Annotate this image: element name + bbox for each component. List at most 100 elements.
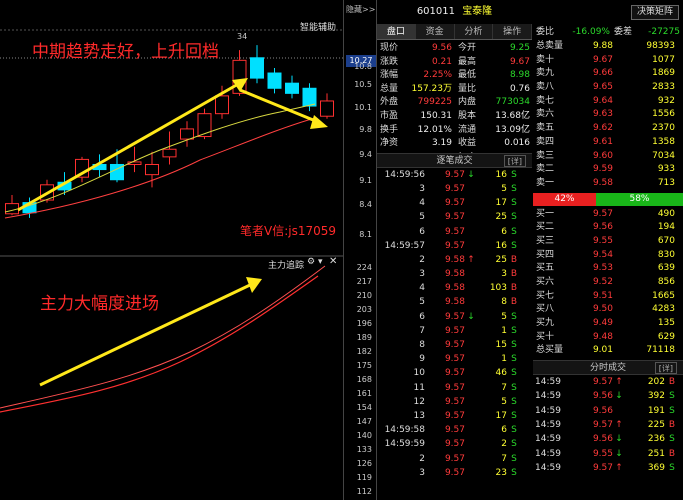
bid-row[interactable]: 买五 9.53 639 [533,262,683,276]
ft-time: 14:59 [535,377,561,388]
ask-row[interactable]: 卖七 9.64 932 [533,95,683,109]
trade-row[interactable]: 5 9.57 25 S [377,210,532,224]
ask-row[interactable]: 卖二 9.59 933 [533,163,683,177]
trade-row[interactable]: 2 9.57 7 S [377,452,532,466]
ask-row[interactable]: 卖四 9.61 1358 [533,136,683,150]
trades-detail-button[interactable]: [详] [503,154,526,167]
kline-chart[interactable] [0,0,343,500]
ft-volume: 369 [647,462,665,473]
ft-direction-icon [613,404,625,418]
trade-row[interactable]: 3 9.57 5 S [377,182,532,196]
trade-time: 5 [419,212,425,223]
trade-row[interactable]: 7 9.57 1 S [377,324,532,338]
ft-row[interactable]: 14:59 9.57 ↑ 369 S [533,461,683,475]
ft-row[interactable]: 14:59 9.57 ↑ 202 B [533,375,683,389]
trade-volume: 46 [495,368,507,379]
trade-row[interactable]: 3 9.57 23 S [377,466,532,480]
trade-row[interactable]: 4 9.57 17 S [377,196,532,210]
trade-side: S [511,439,517,450]
volume-tick: 210 [356,291,372,300]
trade-row[interactable]: 12 9.57 5 S [377,395,532,409]
tab-analysis[interactable]: 分析 [455,24,494,39]
ma-line-red [4,117,316,219]
trade-row[interactable]: 13 9.57 17 S [377,409,532,423]
level-label: 买五 [536,263,555,274]
ask-row[interactable]: 卖一 9.58 713 [533,177,683,191]
gear-icon[interactable]: ⚙ [307,257,315,267]
ft-list[interactable]: 14:59 9.57 ↑ 202 B 14:59 9.56 ↓ 392 S 14:59 9.56 191… [533,375,683,475]
buy-sell-ratio-bar: 42% 58% [533,192,683,206]
ft-row[interactable]: 14:59 9.55 ↓ 251 B [533,447,683,461]
ft-detail-button[interactable]: [详] [654,362,677,375]
decision-matrix-button[interactable]: 决策矩阵 [630,5,679,20]
trade-row[interactable]: 14:59:57 9.57 16 S [377,239,532,253]
level-volume: 1869 [652,68,675,79]
trade-direction-icon [465,395,477,409]
tab-funds[interactable]: 资金 [416,24,455,39]
ask-row[interactable]: 卖三 9.60 7034 [533,150,683,164]
chart-panel[interactable]: 智能辅助 34 中期趋势走好，上升回档 笔者V信:js17059 主力追踪 ⚙ … [0,0,343,500]
level-label: 买四 [536,249,555,260]
trade-row[interactable]: 10 9.57 46 S [377,366,532,380]
bid-levels[interactable]: 买一 9.57 490 买二 9.56 194 买三 9.55 670 买四 9.54 830 买五 9.… [533,208,683,345]
ft-row[interactable]: 14:59 9.57 ↑ 225 B [533,418,683,432]
trade-volume: 5 [501,183,507,194]
trade-volume: 3 [501,269,507,280]
ask-row[interactable]: 卖五 9.62 2370 [533,122,683,136]
ft-side: S [669,391,675,402]
trade-row[interactable]: 3 9.58 3 B [377,267,532,281]
bid-row[interactable]: 买二 9.56 194 [533,221,683,235]
trade-volume: 17 [495,198,507,209]
level-volume: 830 [657,249,675,260]
trade-row[interactable]: 2 9.58 ↑ 25 B [377,253,532,267]
ft-time: 14:59 [535,405,561,416]
trade-row[interactable]: 14:59:58 9.57 6 S [377,423,532,437]
ask-row[interactable]: 卖八 9.65 2833 [533,81,683,95]
level-price: 9.60 [592,150,613,161]
trade-row[interactable]: 14:59:56 9.57 ↓ 16 S [377,168,532,182]
smart-assist-label[interactable]: 智能辅助 [300,20,336,33]
trade-time: 10 [413,368,425,379]
bid-row[interactable]: 买六 9.52 856 [533,276,683,290]
close-icon[interactable]: ✕ [329,256,337,267]
bid-row[interactable]: 买七 9.51 1665 [533,290,683,304]
trade-row[interactable]: 5 9.58 8 B [377,295,532,309]
bid-row[interactable]: 买一 9.57 490 [533,208,683,222]
trade-row[interactable]: 14:59:59 9.57 2 S [377,437,532,451]
stock-code: 601011 [416,6,455,17]
trade-direction-icon [465,381,477,395]
hide-toggle[interactable]: 隐藏>> [346,4,375,15]
quote-label: 内盘 [458,97,477,108]
bid-row[interactable]: 买十 9.48 629 [533,331,683,345]
bid-row[interactable]: 买八 9.50 4283 [533,303,683,317]
ft-row[interactable]: 14:59 9.56 ↓ 392 S [533,389,683,403]
trade-side: S [511,240,517,251]
trade-row[interactable]: 6 9.57 ↓ 5 S [377,310,532,324]
trade-row[interactable]: 8 9.57 15 S [377,338,532,352]
tab-pankou[interactable]: 盘口 [377,24,416,39]
ask-levels[interactable]: 卖十 9.67 1077 卖九 9.66 1869 卖八 9.65 2833 卖七 9.64 932 卖… [533,54,683,191]
trade-volume: 16 [495,169,507,180]
bid-row[interactable]: 买九 9.49 135 [533,317,683,331]
volume-tick: 224 [356,263,372,272]
quote-value: 3.19 [431,138,452,149]
trade-time: 8 [419,340,425,350]
tab-operation[interactable]: 操作 [493,24,532,39]
quote-value: 9.67 [509,56,530,67]
trade-row[interactable]: 11 9.57 7 S [377,381,532,395]
bid-row[interactable]: 买三 9.55 670 [533,235,683,249]
trade-row[interactable]: 4 9.58 103 B [377,281,532,295]
ft-row[interactable]: 14:59 9.56 191 S [533,404,683,418]
ask-row[interactable]: 卖六 9.63 1556 [533,108,683,122]
trade-row[interactable]: 6 9.57 6 S [377,225,532,239]
trade-price: 9.57 [444,198,465,209]
ask-row[interactable]: 卖十 9.67 1077 [533,54,683,68]
bid-row[interactable]: 买四 9.54 830 [533,249,683,263]
indicator-name[interactable]: 主力追踪 [268,258,304,271]
quote-row: 换手 12.01% 流通 13.09亿 [380,124,532,138]
ask-row[interactable]: 卖九 9.66 1869 [533,67,683,81]
ft-row[interactable]: 14:59 9.56 ↓ 236 S [533,432,683,446]
trades-list[interactable]: 14:59:56 9.57 ↓ 16 S 3 9.57 5 S 4 9.57 17 S 5 9.57 25 S 6… [377,168,532,480]
chevron-down-icon[interactable]: ▾ [318,257,323,267]
trade-row[interactable]: 9 9.57 1 S [377,352,532,366]
